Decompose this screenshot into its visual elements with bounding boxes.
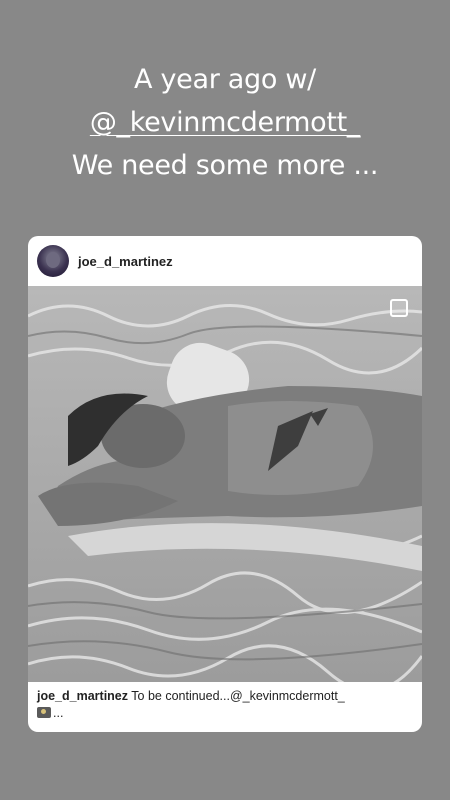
camera-emoji-icon: [37, 707, 51, 718]
pool-photo-illustration: [28, 286, 422, 682]
caption-text: To be continued...@_kevinmcdermott_: [128, 689, 345, 703]
story-line-3: We need some more ...: [71, 150, 379, 181]
post-caption: joe_d_martinez To be continued...@_kevin…: [37, 688, 413, 722]
caption-ellipsis: ...: [53, 706, 64, 720]
story-line-1: A year ago w/: [134, 64, 316, 95]
post-photo[interactable]: [28, 286, 422, 682]
avatar[interactable]: [37, 245, 69, 277]
post-username[interactable]: joe_d_martinez: [78, 254, 173, 269]
caption-username[interactable]: joe_d_martinez: [37, 689, 128, 703]
story-mention-link[interactable]: @_kevinmcdermott_: [0, 101, 450, 144]
post-header: joe_d_martinez: [28, 236, 422, 286]
story-text-overlay: A year ago w/ @_kevinmcdermott_ We need …: [0, 58, 450, 187]
select-square-icon[interactable]: [390, 299, 408, 317]
shared-post-card[interactable]: joe_d_martinez joe_d_martinez To be cont…: [28, 236, 422, 732]
